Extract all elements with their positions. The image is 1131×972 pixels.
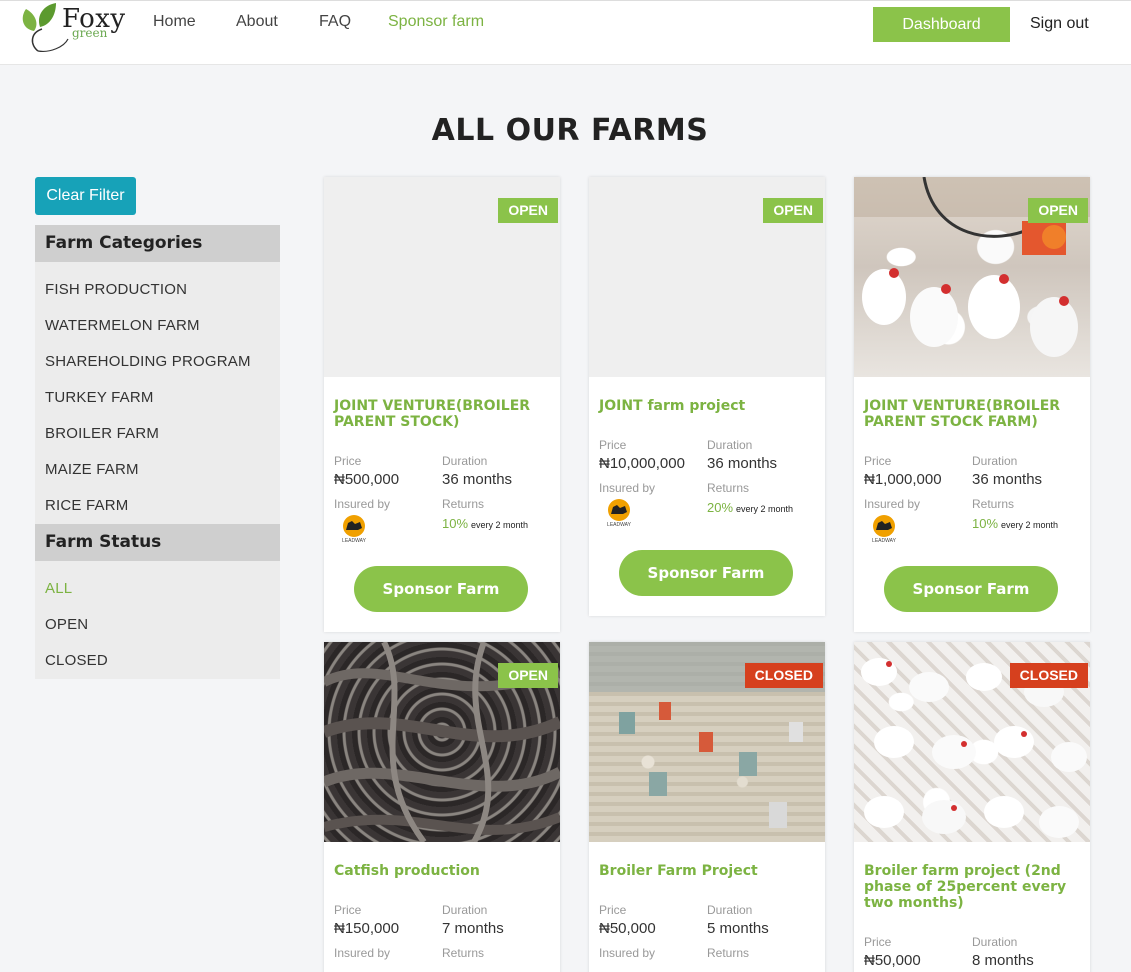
duration-label: Duration — [707, 903, 753, 917]
farm-image: CLOSED — [589, 642, 825, 842]
insured-by-label: Insured by — [334, 946, 391, 960]
sponsor-farm-button[interactable]: Sponsor Farm — [884, 566, 1058, 612]
returns-value: 10% every 2 month — [442, 516, 529, 531]
farm-title[interactable]: Broiler Farm Project — [599, 863, 817, 879]
duration-label: Duration — [707, 438, 753, 452]
status-closed[interactable]: CLOSED — [35, 643, 280, 679]
price-label: Price — [864, 935, 892, 949]
status-badge: OPEN — [763, 198, 823, 223]
leadway-text: LEADWAY — [342, 538, 367, 544]
farm-title[interactable]: JOINT farm project — [599, 398, 817, 414]
farm-card: OPEN JOINT VENTURE(BROILER PARENT STOCK … — [854, 177, 1090, 632]
category-turkey-farm[interactable]: TURKEY FARM — [35, 380, 280, 416]
farm-status-heading: Farm Status — [35, 524, 280, 561]
nav-home[interactable]: Home — [153, 13, 196, 31]
duration-label: Duration — [442, 903, 488, 917]
clear-filter-button[interactable]: Clear Filter — [35, 177, 136, 215]
sponsor-farm-button[interactable]: Sponsor Farm — [354, 566, 528, 612]
duration-value: 8 months — [972, 952, 1034, 969]
duration-label: Duration — [972, 935, 1018, 949]
price-value: ₦150,000 — [334, 920, 400, 937]
farm-title[interactable]: Catfish production — [334, 863, 552, 879]
status-badge: OPEN — [498, 663, 558, 688]
farm-image: OPEN — [589, 177, 825, 377]
farm-image: OPEN — [324, 177, 560, 377]
farm-title[interactable]: JOINT VENTURE(BROILER PARENT STOCK FARM) — [864, 398, 1082, 430]
status-badge: OPEN — [1028, 198, 1088, 223]
category-shareholding-program[interactable]: SHAREHOLDING PROGRAM — [35, 344, 280, 380]
farm-categories-heading: Farm Categories — [35, 225, 280, 262]
category-maize-farm[interactable]: MAIZE FARM — [35, 452, 280, 488]
price-label: Price — [599, 438, 627, 452]
price-value: ₦1,000,000 — [864, 471, 942, 488]
price-value: ₦50,000 — [864, 952, 921, 969]
price-label: Price — [334, 903, 362, 917]
price-value: ₦500,000 — [334, 471, 400, 488]
leadway-insurer-logo: LEADWAY — [872, 515, 897, 544]
price-value: ₦10,000,000 — [599, 455, 685, 472]
leadway-insurer-logo: LEADWAY — [607, 499, 632, 528]
returns-label: Returns — [972, 497, 1015, 511]
duration-value: 5 months — [707, 920, 769, 937]
price-label: Price — [334, 454, 362, 468]
sponsor-farm-button[interactable]: Sponsor Farm — [619, 550, 793, 596]
insured-by-label: Insured by — [599, 946, 656, 960]
category-broiler-farm[interactable]: BROILER FARM — [35, 416, 280, 452]
leadway-text: LEADWAY — [607, 522, 632, 528]
category-fish-production[interactable]: FISH PRODUCTION — [35, 272, 280, 308]
dashboard-button[interactable]: Dashboard — [873, 7, 1010, 42]
status-badge: CLOSED — [1009, 663, 1088, 688]
farm-status-panel: Farm Status ALL OPEN CLOSED — [35, 524, 280, 679]
logo-subword: green — [72, 26, 108, 40]
nav-about[interactable]: About — [236, 13, 278, 31]
status-open[interactable]: OPEN — [35, 607, 280, 643]
farm-categories-panel: Farm Categories FISH PRODUCTION WATERMEL… — [35, 225, 280, 524]
farm-card: OPEN JOINT VENTURE(BROILER PARENT STOCK)… — [324, 177, 560, 632]
sign-out-link[interactable]: Sign out — [1030, 15, 1089, 33]
status-badge: OPEN — [498, 198, 558, 223]
returns-label: Returns — [707, 481, 750, 495]
farm-image: OPEN — [854, 177, 1090, 377]
status-badge: CLOSED — [744, 663, 823, 688]
category-watermelon-farm[interactable]: WATERMELON FARM — [35, 308, 280, 344]
insured-by-label: Insured by — [334, 497, 391, 511]
duration-value: 36 months — [707, 455, 778, 472]
duration-value: 36 months — [442, 471, 513, 488]
farm-title[interactable]: JOINT VENTURE(BROILER PARENT STOCK) — [334, 398, 552, 430]
farm-card: OPEN JOINT farm project Price Duration ₦… — [589, 177, 825, 616]
leadway-insurer-logo: LEADWAY — [342, 515, 367, 544]
duration-value: 36 months — [972, 471, 1043, 488]
duration-value: 7 months — [442, 920, 504, 937]
foxy-green-logo[interactable]: Foxy green — [20, 1, 135, 53]
top-navbar: Foxy green Home About FAQ Sponsor farm D… — [0, 0, 1131, 65]
nav-sponsor-farm[interactable]: Sponsor farm — [388, 13, 484, 31]
status-all[interactable]: ALL — [35, 571, 280, 607]
duration-label: Duration — [972, 454, 1018, 468]
returns-label: Returns — [707, 946, 750, 960]
duration-label: Duration — [442, 454, 488, 468]
farm-card: OPEN Catfish production Price Duration ₦… — [324, 642, 560, 972]
page-title: ALL OUR FARMS — [431, 113, 709, 148]
farm-image: CLOSED — [854, 642, 1090, 842]
returns-label: Returns — [442, 946, 485, 960]
price-value: ₦50,000 — [599, 920, 656, 937]
nav-faq[interactable]: FAQ — [319, 13, 351, 31]
price-label: Price — [864, 454, 892, 468]
farm-image: OPEN — [324, 642, 560, 842]
returns-value: 10% every 2 month — [972, 516, 1059, 531]
leadway-text: LEADWAY — [872, 538, 897, 544]
farm-title[interactable]: Broiler farm project (2nd phase of 25per… — [864, 863, 1082, 911]
category-rice-farm[interactable]: RICE FARM — [35, 488, 280, 524]
returns-value: 20% every 2 month — [707, 500, 794, 515]
farm-card: CLOSED Broiler farm project (2nd phase o… — [854, 642, 1090, 972]
farm-card: CLOSED Broiler Farm Project Price Durati… — [589, 642, 825, 972]
price-label: Price — [599, 903, 627, 917]
insured-by-label: Insured by — [864, 497, 921, 511]
returns-label: Returns — [442, 497, 485, 511]
insured-by-label: Insured by — [599, 481, 656, 495]
